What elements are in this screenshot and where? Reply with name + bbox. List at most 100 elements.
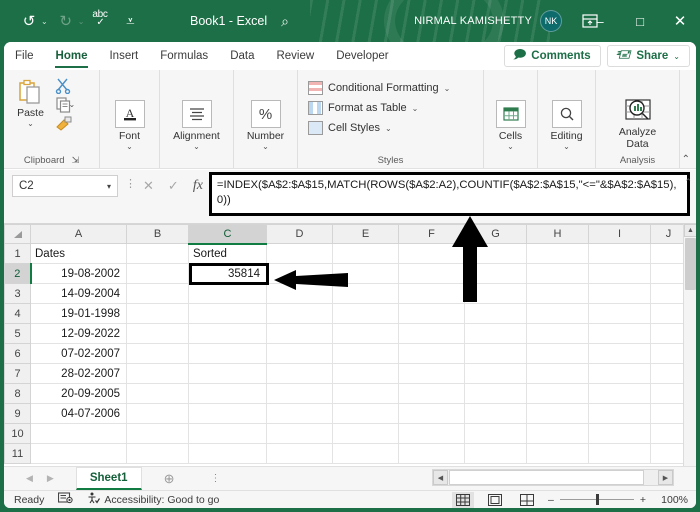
search-icon[interactable]: ⌕ xyxy=(281,13,289,30)
cell-G10[interactable] xyxy=(464,423,527,444)
cell-B7[interactable] xyxy=(126,363,189,384)
cell-C2[interactable]: 35814 xyxy=(188,263,267,284)
tab-developer[interactable]: Developer xyxy=(325,42,399,70)
cell-D8[interactable] xyxy=(266,383,333,404)
name-box-more-icon[interactable]: ⋮ xyxy=(125,177,136,190)
cell-G7[interactable] xyxy=(464,363,527,384)
cells-button[interactable]: Cells ⌄ xyxy=(488,100,534,151)
editing-dropdown-caret-icon[interactable]: ⌄ xyxy=(563,143,570,151)
cell-D6[interactable] xyxy=(266,343,333,364)
cell-J5[interactable] xyxy=(650,323,687,344)
insert-function-fx-icon[interactable]: fx xyxy=(193,178,203,194)
copy-button[interactable]: ⌄ xyxy=(55,96,79,113)
number-dropdown-caret-icon[interactable]: ⌄ xyxy=(262,143,269,151)
scroll-right-icon[interactable]: ▶ xyxy=(658,470,673,485)
alignment-button[interactable]: Alignment ⌄ xyxy=(165,100,229,151)
cell-C11[interactable] xyxy=(188,443,267,464)
cell-I11[interactable] xyxy=(588,443,651,464)
record-macro-icon[interactable] xyxy=(58,492,74,507)
conditional-formatting-button[interactable]: Conditional Formatting ⌄ xyxy=(308,78,450,98)
cell-C1[interactable]: Sorted xyxy=(188,243,267,264)
cell-D9[interactable] xyxy=(266,403,333,424)
cell-E3[interactable] xyxy=(332,283,399,304)
cell-E4[interactable] xyxy=(332,303,399,324)
cell-A9[interactable]: 04-07-2006 xyxy=(30,403,127,424)
cell-I9[interactable] xyxy=(588,403,651,424)
scroll-up-icon[interactable]: ▲ xyxy=(684,224,696,237)
cell-I5[interactable] xyxy=(588,323,651,344)
vertical-scrollbar[interactable]: ▲ xyxy=(683,224,696,466)
cell-F6[interactable] xyxy=(398,343,465,364)
cell-A7[interactable]: 28-02-2007 xyxy=(30,363,127,384)
cell-C10[interactable] xyxy=(188,423,267,444)
cell-H8[interactable] xyxy=(526,383,589,404)
cells-dropdown-caret-icon[interactable]: ⌄ xyxy=(507,143,514,151)
row-header-2[interactable]: 2 xyxy=(4,263,32,284)
column-header-A[interactable]: A xyxy=(30,224,127,244)
cell-F11[interactable] xyxy=(398,443,465,464)
cell-A4[interactable]: 19-01-1998 xyxy=(30,303,127,324)
cell-A1[interactable]: Dates xyxy=(30,243,127,264)
formula-input[interactable]: =INDEX($A$2:$A$15,MATCH(ROWS($A$2:A2),CO… xyxy=(208,172,690,216)
column-header-G[interactable]: G xyxy=(464,224,527,244)
cell-J10[interactable] xyxy=(650,423,687,444)
tab-file[interactable]: File xyxy=(4,42,45,70)
normal-view-icon[interactable] xyxy=(452,491,475,508)
number-button[interactable]: % Number ⌄ xyxy=(238,100,294,151)
cell-F2[interactable] xyxy=(398,263,465,284)
accessibility-status[interactable]: Accessibility: Good to go xyxy=(87,492,219,507)
row-header-1[interactable]: 1 xyxy=(4,243,31,264)
cell-H3[interactable] xyxy=(526,283,589,304)
cell-D3[interactable] xyxy=(266,283,333,304)
copy-dropdown-caret-icon[interactable]: ⌄ xyxy=(69,100,76,109)
row-header-9[interactable]: 9 xyxy=(4,403,31,424)
cell-C9[interactable] xyxy=(188,403,267,424)
cell-D1[interactable] xyxy=(266,243,333,264)
tab-formulas[interactable]: Formulas xyxy=(149,42,219,70)
cell-F4[interactable] xyxy=(398,303,465,324)
row-header-8[interactable]: 8 xyxy=(4,383,31,404)
cell-D5[interactable] xyxy=(266,323,333,344)
cell-E5[interactable] xyxy=(332,323,399,344)
zoom-slider[interactable]: – + xyxy=(548,494,646,506)
font-button[interactable]: A Font ⌄ xyxy=(107,100,153,151)
cell-J9[interactable] xyxy=(650,403,687,424)
cell-E11[interactable] xyxy=(332,443,399,464)
cell-G9[interactable] xyxy=(464,403,527,424)
cell-G2[interactable] xyxy=(464,263,527,284)
enter-check-icon[interactable]: ✓ xyxy=(168,178,179,194)
cell-H5[interactable] xyxy=(526,323,589,344)
zoom-level[interactable]: 100% xyxy=(656,494,688,506)
cell-I6[interactable] xyxy=(588,343,651,364)
cell-E2[interactable] xyxy=(332,263,399,284)
cell-E7[interactable] xyxy=(332,363,399,384)
cell-B4[interactable] xyxy=(126,303,189,324)
cell-I7[interactable] xyxy=(588,363,651,384)
cell-E1[interactable] xyxy=(332,243,399,264)
cell-B3[interactable] xyxy=(126,283,189,304)
redo-icon[interactable]: ↻ xyxy=(53,8,79,34)
page-layout-view-icon[interactable] xyxy=(484,492,506,508)
cell-G6[interactable] xyxy=(464,343,527,364)
undo-icon[interactable]: ↺ xyxy=(16,8,42,34)
cell-G5[interactable] xyxy=(464,323,527,344)
scroll-left-icon[interactable]: ◀ xyxy=(433,470,448,485)
cell-B8[interactable] xyxy=(126,383,189,404)
undo-dropdown-caret-icon[interactable]: ⌄ xyxy=(41,17,48,26)
cell-C7[interactable] xyxy=(188,363,267,384)
cell-D10[interactable] xyxy=(266,423,333,444)
cell-A6[interactable]: 07-02-2007 xyxy=(30,343,127,364)
column-header-C[interactable]: C xyxy=(188,224,267,245)
name-box-caret-icon[interactable]: ▾ xyxy=(107,182,111,191)
row-header-3[interactable]: 3 xyxy=(4,283,31,304)
analyze-data-button[interactable]: Analyze Data xyxy=(605,96,671,150)
cell-D7[interactable] xyxy=(266,363,333,384)
column-header-D[interactable]: D xyxy=(266,224,333,244)
format-painter-icon[interactable] xyxy=(55,115,73,137)
column-header-H[interactable]: H xyxy=(526,224,589,244)
previous-sheet-icon[interactable]: ◀ xyxy=(26,473,33,484)
tab-data[interactable]: Data xyxy=(219,42,265,70)
sheet-tab-sheet1[interactable]: Sheet1 xyxy=(75,467,142,490)
column-header-I[interactable]: I xyxy=(588,224,651,244)
cell-J8[interactable] xyxy=(650,383,687,404)
